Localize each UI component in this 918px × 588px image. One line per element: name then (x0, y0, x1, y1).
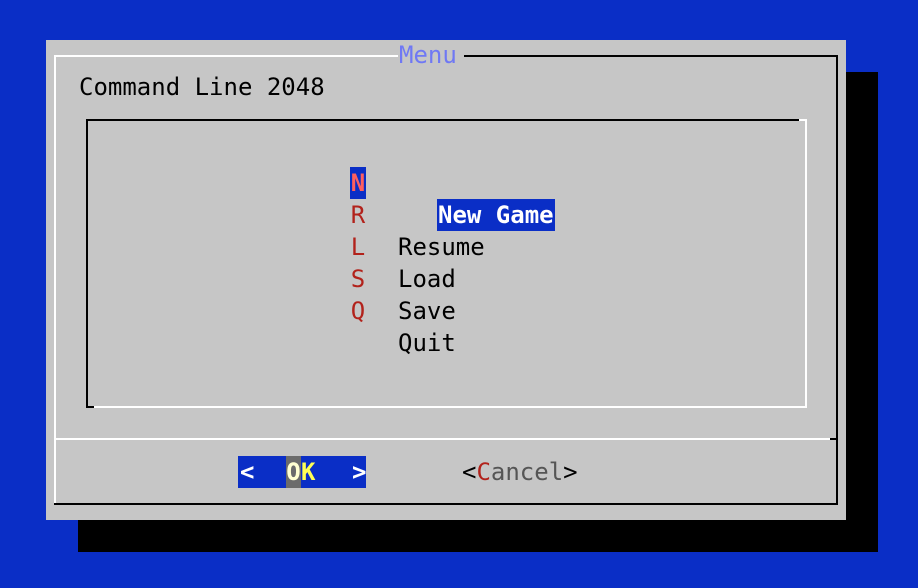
menu-frame-right (805, 119, 807, 408)
dialog-title: Menu (398, 40, 458, 70)
menu-frame-bottom-start (86, 406, 94, 408)
ok-right-bracket: > (352, 458, 367, 486)
ok-label-rest: K (301, 458, 316, 486)
ok-hotkey: O (286, 456, 301, 488)
menu-frame-bottom (94, 406, 807, 408)
ok-button[interactable]: < O K > (238, 456, 366, 488)
frame-top-right (464, 55, 838, 57)
frame-top-left (54, 55, 398, 57)
menu-label: Load (398, 265, 456, 293)
menu-hotkey: R (350, 201, 366, 229)
menu-label: Quit (398, 329, 456, 357)
terminal-screen: Menu Command Line 2048 N New Game R Resu… (0, 0, 918, 588)
cancel-left-bracket: < (462, 458, 477, 486)
menu-item-quit[interactable]: Q Quit (86, 263, 456, 357)
dialog-prompt: Command Line 2048 (79, 73, 325, 101)
menu-label: New Game (437, 199, 555, 231)
cancel-button[interactable]: <Cancel> (462, 456, 578, 488)
menu-item-load[interactable]: L Load (86, 199, 456, 293)
separator-tick (830, 438, 838, 440)
button-separator (54, 438, 836, 440)
menu-hotkey: S (350, 265, 366, 293)
menu-list: N New Game R Resume L Load S Save Q Quit (86, 119, 807, 408)
menu-frame-top (86, 119, 799, 121)
cancel-label-rest: ancel (490, 458, 564, 486)
menu-hotkey: L (350, 233, 366, 261)
menu-dialog: Menu Command Line 2048 N New Game R Resu… (46, 40, 846, 520)
ok-left-bracket: < (240, 458, 255, 486)
menu-hotkey: N (350, 167, 366, 199)
menu-item-resume[interactable]: R Resume (86, 167, 485, 261)
cancel-hotkey: C (476, 458, 491, 486)
frame-bottom (54, 503, 838, 505)
menu-label: Save (398, 297, 456, 325)
menu-item-new-game[interactable]: N New Game (86, 135, 555, 231)
menu-hotkey: Q (350, 297, 366, 325)
menu-item-save[interactable]: S Save (86, 231, 456, 325)
cancel-right-bracket: > (563, 458, 578, 486)
menu-label: Resume (398, 233, 485, 261)
